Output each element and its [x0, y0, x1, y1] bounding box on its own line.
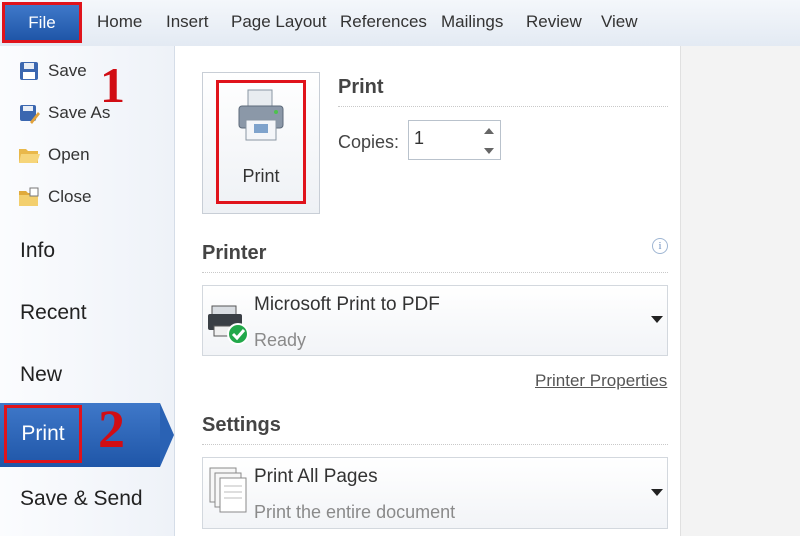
- tab-page-layout[interactable]: Page Layout: [231, 12, 326, 32]
- save-icon: [18, 60, 40, 82]
- copies-label: Copies:: [338, 132, 400, 152]
- step-2-annotation: 2: [98, 399, 125, 459]
- open-command[interactable]: Open: [18, 144, 90, 166]
- spinner-down-icon[interactable]: [482, 143, 496, 161]
- spinner-up-icon[interactable]: [482, 123, 496, 141]
- print-heading-rule: [338, 106, 668, 107]
- nav-print[interactable]: Print: [4, 405, 82, 463]
- print-heading: Print: [338, 76, 384, 98]
- save-as-command[interactable]: Save As: [18, 102, 110, 124]
- save-label: Save: [48, 61, 87, 80]
- printer-heading: Printer: [202, 242, 267, 264]
- close-folder-icon: [18, 186, 40, 208]
- settings-heading-rule: [202, 444, 668, 445]
- copies-value[interactable]: 1: [414, 128, 424, 149]
- close-command[interactable]: Close: [18, 186, 91, 208]
- tab-references[interactable]: References: [340, 12, 427, 32]
- printer-name: Microsoft Print to PDF: [254, 294, 440, 315]
- printer-status: Ready: [254, 330, 307, 350]
- nav-new[interactable]: New: [20, 363, 62, 387]
- file-tab[interactable]: File: [2, 2, 82, 43]
- nav-save-send[interactable]: Save & Send: [20, 487, 143, 511]
- ribbon: File Home Insert Page Layout References …: [0, 0, 800, 47]
- print-range-dropdown-arrow-icon[interactable]: [651, 489, 663, 496]
- nav-selected-pointer: [160, 403, 174, 467]
- open-label: Open: [48, 145, 90, 164]
- tab-home[interactable]: Home: [97, 12, 142, 32]
- print-range-title: Print All Pages: [254, 466, 378, 487]
- tab-insert[interactable]: Insert: [166, 12, 209, 32]
- nav-recent[interactable]: Recent: [20, 301, 87, 325]
- step-1-annotation: 1: [100, 57, 125, 113]
- open-folder-icon: [18, 144, 40, 166]
- save-as-icon: [18, 102, 40, 124]
- printer-dropdown-arrow-icon[interactable]: [651, 316, 663, 323]
- save-command[interactable]: Save: [18, 60, 87, 82]
- print-range-desc: Print the entire document: [254, 502, 456, 522]
- close-label: Close: [48, 187, 92, 206]
- tab-review[interactable]: Review: [526, 12, 582, 32]
- settings-heading: Settings: [202, 414, 281, 436]
- preview-pane: [680, 46, 800, 536]
- tab-mailings[interactable]: Mailings: [441, 12, 503, 32]
- pages-icon: [208, 466, 248, 519]
- info-icon[interactable]: i: [652, 238, 668, 254]
- tab-view[interactable]: View: [601, 12, 638, 32]
- printer-properties-link[interactable]: Printer Properties: [535, 371, 667, 391]
- nav-info[interactable]: Info: [20, 239, 55, 263]
- printer-ready-icon: [206, 302, 252, 351]
- printer-heading-rule: [202, 272, 668, 273]
- print-button-label: Print: [242, 166, 280, 186]
